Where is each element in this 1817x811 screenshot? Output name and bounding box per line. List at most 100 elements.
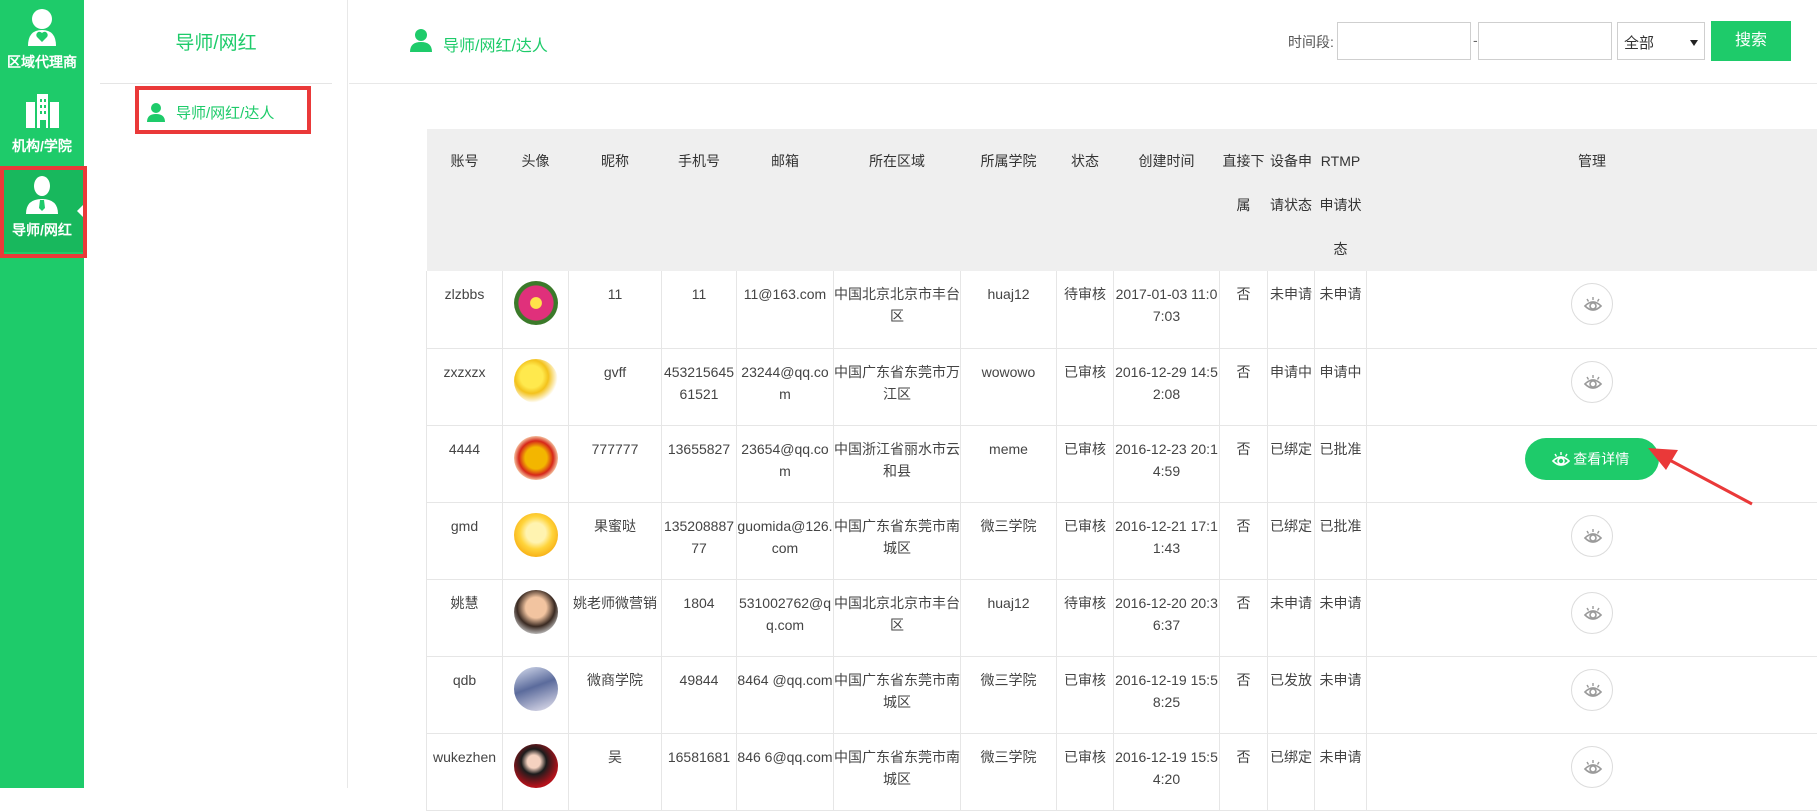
eye-icon (1583, 295, 1603, 315)
cell-created: 2016-12-23 20:14:59 (1114, 425, 1220, 502)
manage-cell (1367, 348, 1817, 425)
cell-subordinate: 否 (1220, 579, 1268, 656)
cell-status: 已审核 (1057, 348, 1114, 425)
cell-account: qdb (427, 656, 503, 733)
search-button[interactable]: 搜索 (1711, 21, 1791, 61)
cell-email: 8464 @qq.com (737, 656, 834, 733)
cell-created: 2017-01-03 11:07:03 (1114, 271, 1220, 348)
cell-phone: 1804 (662, 579, 737, 656)
cell-status: 已审核 (1057, 502, 1114, 579)
page-header: 导师/网红/达人 时间段: - 全部 搜索 (349, 0, 1817, 84)
cell-college: meme (961, 425, 1057, 502)
start-date-input[interactable] (1337, 22, 1471, 60)
manage-cell (1367, 579, 1817, 656)
cell-region: 中国浙江省丽水市云和县 (834, 425, 961, 502)
cell-device: 已绑定 (1268, 425, 1315, 502)
cell-subordinate: 否 (1220, 425, 1268, 502)
cell-created: 2016-12-29 14:52:08 (1114, 348, 1220, 425)
cell-nickname: 微商学院 (569, 656, 662, 733)
status-select[interactable]: 全部 (1617, 22, 1705, 60)
breadcrumb-label: 导师/网红/达人 (443, 32, 548, 56)
cell-created: 2016-12-19 15:54:20 (1114, 733, 1220, 810)
cell-phone: 11 (662, 271, 737, 348)
cell-nickname: gvff (569, 348, 662, 425)
view-detail-button[interactable] (1571, 283, 1613, 325)
cell-device: 已发放 (1268, 656, 1315, 733)
person-icon (409, 28, 433, 52)
avatar (514, 744, 558, 788)
cell-subordinate: 否 (1220, 733, 1268, 810)
avatar-cell (503, 348, 569, 425)
column-header: 昵称 (569, 129, 662, 271)
manage-cell (1367, 271, 1817, 348)
cell-account: 4444 (427, 425, 503, 502)
cell-nickname: 吴 (569, 733, 662, 810)
cell-college: 微三学院 (961, 733, 1057, 810)
avatar (514, 436, 558, 480)
eye-icon (1551, 450, 1571, 470)
cell-rtmp: 申请中 (1315, 348, 1367, 425)
rail-item-label: 机构/学院 (0, 136, 84, 156)
mentor-table: 账号 头像 昵称 手机号 邮箱 所在区域 所属学院 状态 创建时间 直接下属 设… (426, 129, 1817, 811)
cell-nickname: 11 (569, 271, 662, 348)
cell-region: 中国北京北京市丰台区 (834, 271, 961, 348)
avatar-cell (503, 271, 569, 348)
cell-device: 已绑定 (1268, 502, 1315, 579)
cell-rtmp: 已批准 (1315, 502, 1367, 579)
table-row: wukezhen吴16581681846 6@qq.com中国广东省东莞市南城区… (427, 733, 1817, 810)
column-header: 设备申请状态 (1268, 129, 1315, 271)
end-date-input[interactable] (1478, 22, 1612, 60)
cell-status: 已审核 (1057, 733, 1114, 810)
cell-region: 中国北京北京市丰台区 (834, 579, 961, 656)
cell-device: 未申请 (1268, 271, 1315, 348)
view-detail-button[interactable] (1571, 669, 1613, 711)
rail-item-institution[interactable]: 机构/学院 (0, 84, 84, 168)
eye-icon (1583, 758, 1603, 778)
chevron-down-icon (1690, 40, 1698, 46)
avatar-cell (503, 656, 569, 733)
cell-college: 微三学院 (961, 656, 1057, 733)
cell-phone: 13520888777 (662, 502, 737, 579)
cell-rtmp: 未申请 (1315, 656, 1367, 733)
view-detail-button[interactable] (1571, 592, 1613, 634)
view-detail-label: 查看详情 (1573, 438, 1629, 480)
avatar (514, 359, 558, 403)
manage-cell (1367, 733, 1817, 810)
cell-created: 2016-12-19 15:58:25 (1114, 656, 1220, 733)
avatar (514, 281, 558, 325)
avatar-cell (503, 579, 569, 656)
view-detail-button[interactable] (1571, 361, 1613, 403)
cell-email: 11@163.com (737, 271, 834, 348)
eye-icon (1583, 527, 1603, 547)
annotation-highlight-box (0, 166, 87, 258)
cell-phone: 16581681 (662, 733, 737, 810)
column-header: 状态 (1057, 129, 1114, 271)
cell-status: 已审核 (1057, 656, 1114, 733)
cell-nickname: 777777 (569, 425, 662, 502)
cell-email: 23654@qq.com (737, 425, 834, 502)
cell-region: 中国广东省东莞市南城区 (834, 733, 961, 810)
cell-nickname: 果蜜哒 (569, 502, 662, 579)
annotation-arrow (1640, 440, 1760, 510)
cell-device: 未申请 (1268, 579, 1315, 656)
cell-subordinate: 否 (1220, 348, 1268, 425)
column-header: 手机号 (662, 129, 737, 271)
cell-device: 申请中 (1268, 348, 1315, 425)
eye-icon (1583, 604, 1603, 624)
cell-nickname: 姚老师微营销 (569, 579, 662, 656)
table-header-row: 账号 头像 昵称 手机号 邮箱 所在区域 所属学院 状态 创建时间 直接下属 设… (427, 129, 1817, 271)
table-row: 44447777771365582723654@qq.com中国浙江省丽水市云和… (427, 425, 1817, 502)
cell-status: 待审核 (1057, 271, 1114, 348)
view-detail-button[interactable] (1571, 746, 1613, 788)
avatar (514, 590, 558, 634)
view-detail-button[interactable] (1571, 515, 1613, 557)
cell-subordinate: 否 (1220, 271, 1268, 348)
manage-cell (1367, 656, 1817, 733)
table-row: gmd果蜜哒13520888777guomida@126.com中国广东省东莞市… (427, 502, 1817, 579)
table-row: 姚慧姚老师微营销1804531002762@qq.com中国北京北京市丰台区hu… (427, 579, 1817, 656)
cell-account: zlzbbs (427, 271, 503, 348)
cell-rtmp: 未申请 (1315, 271, 1367, 348)
rail-item-regional-agent[interactable]: 区域代理商 (0, 0, 84, 84)
column-header: 创建时间 (1114, 129, 1220, 271)
cell-college: huaj12 (961, 271, 1057, 348)
